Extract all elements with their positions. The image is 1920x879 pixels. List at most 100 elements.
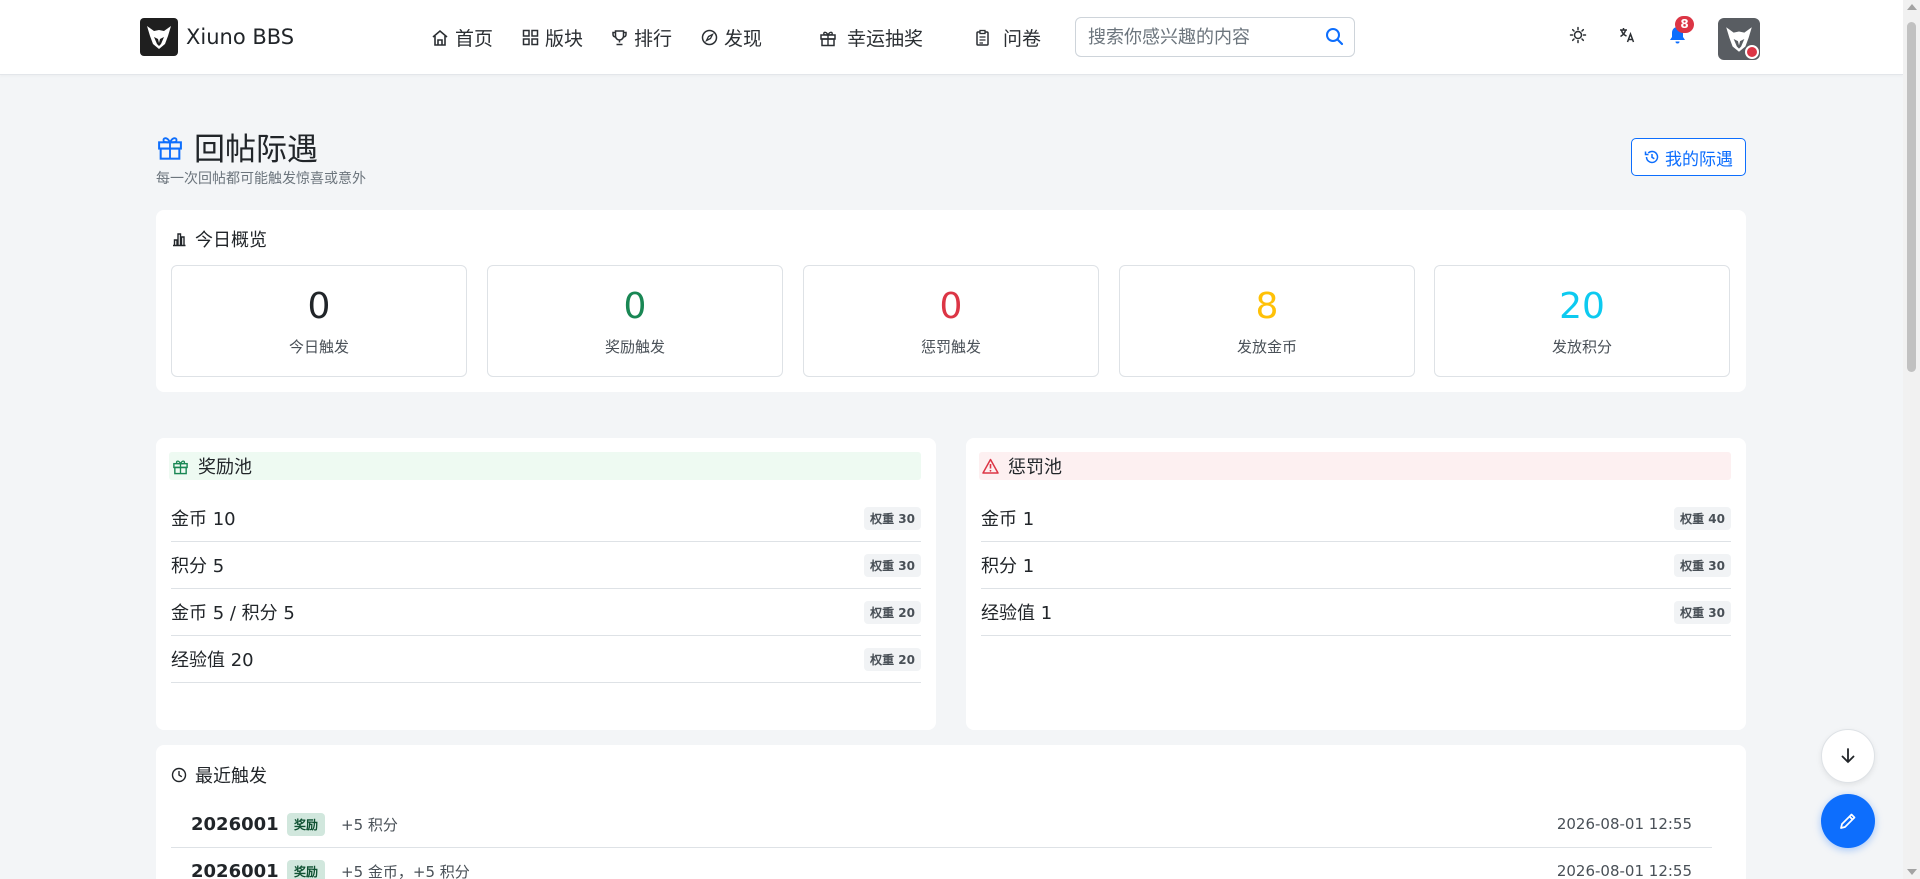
penalty-pool-header: 惩罚池 xyxy=(979,452,1731,480)
stat-card-today: 0 今日触发 xyxy=(171,265,467,377)
penalty-item: 金币 1 权重 40 xyxy=(981,495,1731,542)
weight-badge: 权重 40 xyxy=(1674,506,1731,530)
reward-item: 金币 5 / 积分 5 权重 20 xyxy=(171,589,921,636)
penalty-item-name: 金币 1 xyxy=(981,509,1035,530)
nav-discover[interactable]: 发现 xyxy=(701,24,762,51)
scroll-down-arrow-icon[interactable] xyxy=(1907,869,1917,875)
recent-desc: +5 金币，+5 积分 xyxy=(341,862,470,879)
reward-item-name: 经验值 20 xyxy=(171,650,254,671)
brand[interactable]: Xiuno BBS xyxy=(140,18,294,56)
stat-value: 0 xyxy=(307,286,331,327)
nav-home[interactable]: 首页 xyxy=(431,24,493,51)
overview-header: 今日概览 xyxy=(171,226,267,252)
stat-label: 奖励触发 xyxy=(604,338,665,356)
nav-forums-label: 版块 xyxy=(545,28,584,50)
reward-item: 经验值 20 权重 20 xyxy=(171,636,921,683)
weight-badge: 权重 30 xyxy=(864,506,921,530)
grid-icon xyxy=(522,29,539,46)
recent-time: 2026-08-01 12:55 xyxy=(1556,862,1692,879)
stat-card-coins: 8 发放金币 xyxy=(1119,265,1415,377)
penalty-item-name: 积分 1 xyxy=(981,556,1035,577)
scroll-up-arrow-icon[interactable] xyxy=(1907,4,1917,10)
recent-desc: +5 积分 xyxy=(341,815,398,834)
scroll-thumb[interactable] xyxy=(1907,22,1916,372)
arrow-down-icon xyxy=(1841,748,1855,764)
gift-icon xyxy=(158,136,182,160)
pencil-icon xyxy=(1840,813,1856,829)
page-subtitle: 每一次回帖都可能触发惊喜或意外 xyxy=(156,171,366,187)
home-icon xyxy=(432,29,448,46)
language-toggle[interactable] xyxy=(1618,26,1636,48)
reward-item: 金币 10 权重 30 xyxy=(171,495,921,542)
penalty-item: 积分 1 权重 30 xyxy=(981,542,1731,589)
reward-pool-header: 奖励池 xyxy=(169,452,921,480)
nav-lottery-label: 幸运抽奖 xyxy=(847,28,924,50)
my-encounters-button[interactable]: 我的际遇 xyxy=(1631,138,1746,176)
my-encounters-label: 我的际遇 xyxy=(1665,149,1733,170)
nav-home-label: 首页 xyxy=(455,28,494,50)
theme-toggle[interactable] xyxy=(1569,26,1587,48)
penalty-pool-title: 惩罚池 xyxy=(1008,457,1062,478)
reward-item-name: 金币 5 / 积分 5 xyxy=(171,603,295,624)
stat-label: 发放金币 xyxy=(1236,338,1297,356)
stat-value: 0 xyxy=(623,286,647,327)
translate-icon xyxy=(1620,28,1635,43)
recent-header: 最近触发 xyxy=(171,762,267,788)
stat-card-reward: 0 奖励触发 xyxy=(487,265,783,377)
reward-badge: 奖励 xyxy=(287,859,326,879)
stat-label: 发放积分 xyxy=(1551,338,1612,356)
reward-item-name: 积分 5 xyxy=(171,556,225,577)
weight-badge: 权重 30 xyxy=(1674,553,1731,577)
warning-icon xyxy=(982,458,999,474)
penalty-item-name: 经验值 1 xyxy=(981,603,1053,624)
page-scrollbar[interactable] xyxy=(1903,0,1920,879)
stat-card-points: 20 发放积分 xyxy=(1434,265,1730,377)
brand-logo-icon xyxy=(140,18,178,56)
weight-badge: 权重 30 xyxy=(1674,600,1731,624)
search-button[interactable] xyxy=(1325,27,1344,50)
clipboard-icon xyxy=(976,29,989,46)
penalty-item: 经验值 1 权重 30 xyxy=(981,589,1731,636)
search-box xyxy=(1075,17,1355,57)
compose-button[interactable] xyxy=(1821,794,1875,848)
brand-name: Xiuno BBS xyxy=(186,25,295,49)
nav-survey[interactable]: 问卷 xyxy=(974,24,1041,51)
status-dot xyxy=(1745,45,1759,59)
recent-title: 最近触发 xyxy=(195,766,267,787)
nav-discover-label: 发现 xyxy=(724,28,763,50)
reward-pool-title: 奖励池 xyxy=(198,457,252,478)
gift-icon xyxy=(173,459,188,474)
stat-label: 今日触发 xyxy=(288,338,349,356)
nav-forums[interactable]: 版块 xyxy=(522,24,583,51)
nav-survey-label: 问卷 xyxy=(1003,28,1042,50)
stat-card-penalty: 0 惩罚触发 xyxy=(803,265,1099,377)
search-input[interactable] xyxy=(1076,18,1306,56)
history-icon xyxy=(1644,150,1659,164)
clock-icon xyxy=(171,767,187,783)
bar-chart-icon xyxy=(173,233,186,247)
search-icon xyxy=(1326,28,1344,46)
weight-badge: 权重 20 xyxy=(864,600,921,624)
recent-time: 2026-08-01 12:55 xyxy=(1556,815,1692,833)
reward-item: 积分 5 权重 30 xyxy=(171,542,921,589)
recent-post-id: 2026001 xyxy=(191,860,279,879)
sun-icon xyxy=(1569,26,1587,44)
nav-rank[interactable]: 排行 xyxy=(611,24,672,51)
notification-badge: 8 xyxy=(1675,16,1694,33)
recent-post-id: 2026001 xyxy=(191,813,279,835)
page-title: 回帖际遇 xyxy=(194,132,318,168)
reward-item-name: 金币 10 xyxy=(171,509,236,530)
overview-title: 今日概览 xyxy=(195,230,267,251)
reward-badge: 奖励 xyxy=(287,812,326,836)
gift-icon xyxy=(820,31,836,46)
stat-label: 惩罚触发 xyxy=(920,338,981,356)
stat-value: 0 xyxy=(939,286,963,327)
nav-rank-label: 排行 xyxy=(634,28,673,50)
top-navbar: Xiuno BBS 首页 版块 排行 发现 幸运抽奖 问卷 8 xyxy=(0,0,1903,75)
compass-icon xyxy=(701,29,718,46)
recent-row[interactable]: 2026001 奖励 +5 积分 2026-08-01 12:55 xyxy=(171,801,1712,848)
weight-badge: 权重 20 xyxy=(864,647,921,671)
scroll-down-button[interactable] xyxy=(1821,729,1875,783)
recent-row[interactable]: 2026001 奖励 +5 金币，+5 积分 2026-08-01 12:55 xyxy=(171,848,1712,879)
nav-lottery[interactable]: 幸运抽奖 xyxy=(819,24,923,51)
